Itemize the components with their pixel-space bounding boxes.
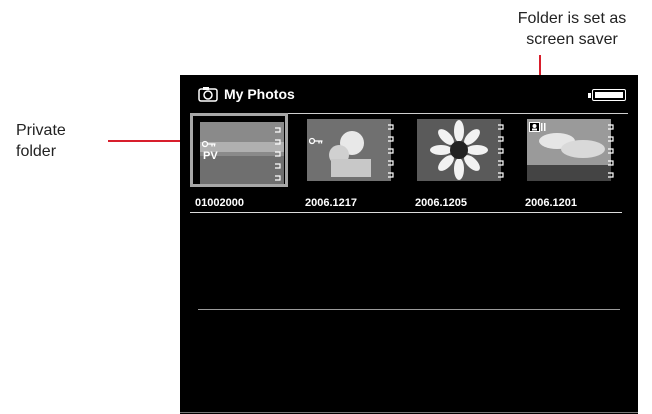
folder-caption: 01002000 — [195, 197, 244, 209]
callout-private-line2: folder — [16, 143, 57, 160]
folder-caption: 2006.1201 — [525, 197, 577, 209]
spiral-binding-icon — [275, 127, 281, 181]
battery-icon — [588, 89, 626, 101]
callout-saver-line1: Folder is set as — [517, 10, 627, 27]
folder-item-4[interactable]: 2006.1201 — [520, 113, 624, 209]
device-screen: My Photos PV 01002000 2006.1217 2006.120… — [180, 75, 638, 414]
thumbnail-dogs — [307, 119, 391, 181]
folder-caption: 2006.1217 — [305, 197, 357, 209]
page-title: My Photos — [224, 86, 295, 102]
callout-saver-line2: screen saver — [526, 31, 618, 48]
thumbnail-sunflower — [417, 119, 501, 181]
callout-private-folder: Private folder — [16, 120, 66, 162]
selection-frame: PV — [190, 113, 288, 187]
folder-item-3[interactable]: 2006.1205 — [410, 113, 514, 209]
bottom-divider — [180, 412, 638, 413]
key-icon — [202, 140, 216, 148]
folder-item-1[interactable]: PV 01002000 — [190, 113, 294, 209]
row-divider — [198, 309, 620, 310]
title-bar: My Photos — [180, 83, 638, 114]
callout-private-line1: Private — [16, 122, 66, 139]
folder-caption: 2006.1205 — [415, 197, 467, 209]
callout-screen-saver: Folder is set as screen saver — [502, 8, 642, 50]
private-badge: PV — [203, 150, 218, 162]
spiral-binding-icon — [498, 124, 504, 178]
folder-item-2[interactable]: 2006.1217 — [300, 113, 404, 209]
folder-grid: PV 01002000 2006.1217 2006.1205 2006.120… — [190, 113, 630, 209]
screensaver-icon — [529, 122, 546, 132]
spiral-binding-icon — [388, 124, 394, 178]
caption-divider — [190, 212, 622, 213]
camera-icon — [198, 87, 218, 102]
key-icon — [309, 137, 323, 145]
spiral-binding-icon — [608, 124, 614, 178]
